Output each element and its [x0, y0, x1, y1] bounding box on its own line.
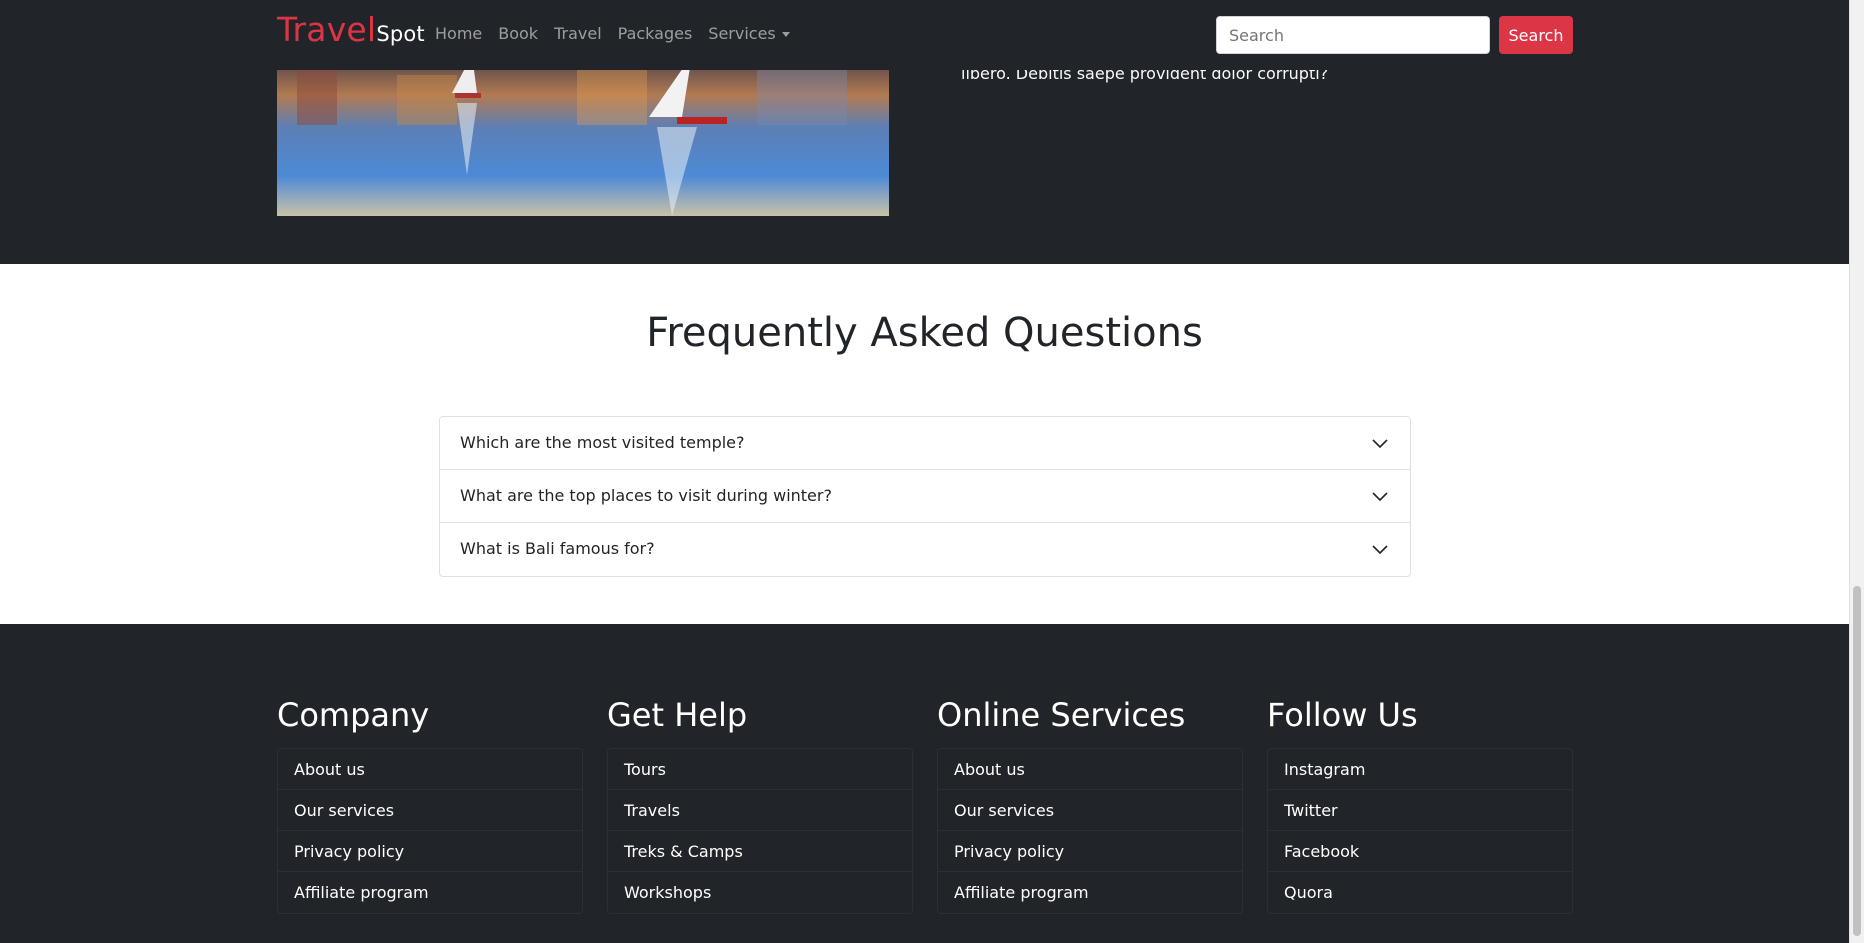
faq-question: What are the top places to visit during … [460, 486, 832, 505]
scrollbar-thumb[interactable] [1853, 586, 1861, 936]
nav-links: Home Book Travel Packages Services [435, 24, 790, 43]
chevron-down-icon [781, 32, 790, 37]
nav-link-travel[interactable]: Travel [554, 24, 602, 43]
footer-link[interactable]: About us [938, 749, 1242, 790]
nav-link-home[interactable]: Home [435, 24, 482, 43]
faq-item[interactable]: What is Bali famous for? [440, 523, 1410, 576]
faq-section: Frequently Asked Questions Which are the… [0, 264, 1849, 624]
nav-link-packages[interactable]: Packages [618, 24, 693, 43]
footer-link-list: Instagram Twitter Facebook Quora [1267, 748, 1573, 914]
footer-link-quora[interactable]: Quora [1268, 872, 1572, 913]
footer-column-title: Get Help [607, 696, 748, 734]
search-input[interactable] [1216, 16, 1490, 54]
faq-title: Frequently Asked Questions [646, 310, 1203, 356]
footer-link-list: Tours Travels Treks & Camps Workshops [607, 748, 913, 914]
footer-column-get-help: Get Help Tours Travels Treks & Camps Wor… [607, 696, 913, 914]
footer-link[interactable]: Affiliate program [938, 872, 1242, 913]
footer-column-online-services: Online Services About us Our services Pr… [937, 696, 1243, 914]
brand-main: Travel [277, 10, 377, 49]
faq-item[interactable]: Which are the most visited temple? [440, 417, 1410, 470]
faq-accordion: Which are the most visited temple? What … [439, 416, 1411, 577]
nav-link-book[interactable]: Book [498, 24, 538, 43]
search-button[interactable]: Search [1499, 16, 1573, 54]
nav-link-services-label: Services [708, 24, 776, 43]
footer-column-title: Online Services [937, 696, 1186, 734]
brand-logo[interactable]: TravelSpot [277, 10, 425, 49]
footer-link-list: About us Our services Privacy policy Aff… [937, 748, 1243, 914]
footer-link[interactable]: Tours [608, 749, 912, 790]
page: libero. Debitis saepe provident dolor co… [0, 0, 1849, 943]
footer-link-list: About us Our services Privacy policy Aff… [277, 748, 583, 914]
footer-link[interactable]: Affiliate program [278, 872, 582, 913]
footer-link[interactable]: Privacy policy [278, 831, 582, 872]
hero-image [277, 55, 889, 216]
navbar: TravelSpot Home Book Travel Packages Ser… [0, 0, 1849, 70]
footer-link[interactable]: Travels [608, 790, 912, 831]
nav-dropdown-services[interactable]: Services [708, 24, 790, 43]
footer-link[interactable]: About us [278, 749, 582, 790]
faq-question: What is Bali famous for? [460, 539, 655, 558]
footer-link-twitter[interactable]: Twitter [1268, 790, 1572, 831]
chevron-down-icon [1372, 492, 1388, 502]
footer-link[interactable]: Our services [938, 790, 1242, 831]
brand-sub: Spot [376, 22, 425, 46]
footer: Company About us Our services Privacy po… [0, 624, 1849, 943]
footer-link[interactable]: Our services [278, 790, 582, 831]
footer-link-instagram[interactable]: Instagram [1268, 749, 1572, 790]
footer-column-title: Company [277, 696, 430, 734]
page-scrollbar[interactable] [1849, 0, 1864, 943]
footer-column-title: Follow Us [1267, 696, 1418, 734]
footer-link[interactable]: Privacy policy [938, 831, 1242, 872]
footer-link[interactable]: Workshops [608, 872, 912, 913]
chevron-down-icon [1372, 439, 1388, 449]
footer-link-facebook[interactable]: Facebook [1268, 831, 1572, 872]
chevron-down-icon [1372, 545, 1388, 555]
faq-item[interactable]: What are the top places to visit during … [440, 470, 1410, 523]
sailboats-illustration [277, 55, 889, 216]
footer-column-company: Company About us Our services Privacy po… [277, 696, 583, 914]
footer-column-follow-us: Follow Us Instagram Twitter Facebook Quo… [1267, 696, 1573, 914]
footer-link[interactable]: Treks & Camps [608, 831, 912, 872]
faq-question: Which are the most visited temple? [460, 433, 745, 452]
